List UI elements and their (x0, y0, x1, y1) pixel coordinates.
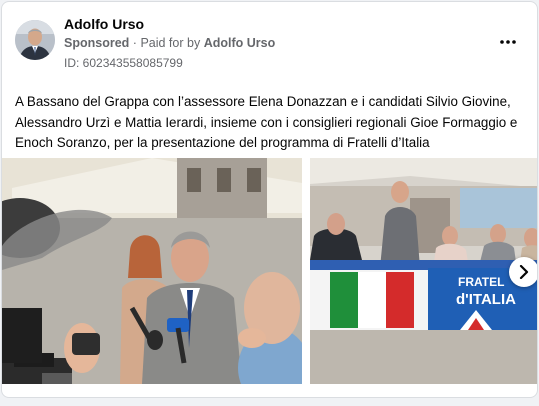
more-options-button[interactable] (494, 30, 522, 54)
avatar-image (15, 20, 55, 60)
carousel-next-button[interactable] (509, 257, 537, 287)
chevron-right-icon (519, 265, 529, 279)
image-carousel: FRATEL d'ITALIA (2, 158, 537, 384)
program-presentation-photo: FRATEL d'ITALIA (310, 158, 537, 384)
carousel-slide-2[interactable]: FRATEL d'ITALIA (310, 158, 537, 384)
carousel-slide-1[interactable] (2, 158, 302, 384)
more-horizontal-icon (500, 40, 516, 44)
ad-post-card: Adolfo Urso Sponsored · Paid for by Adol… (1, 1, 538, 398)
post-body-text: A Bassano del Grappa con l’assessore Ele… (15, 94, 518, 151)
sponsored-line: Sponsored · Paid for by Adolfo Urso (64, 36, 275, 50)
press-interview-photo (2, 158, 302, 384)
sponsored-label[interactable]: Sponsored (64, 36, 129, 50)
ad-id: ID: 602343558085799 (64, 56, 183, 70)
banner-line-1: FRATEL (458, 275, 504, 289)
separator-dot: · (132, 36, 137, 50)
page-name[interactable]: Adolfo Urso (64, 16, 144, 32)
paid-for-prefix: Paid for by (140, 36, 201, 50)
paid-for-name[interactable]: Adolfo Urso (204, 36, 276, 50)
banner-line-2: d'ITALIA (456, 291, 516, 308)
page-avatar[interactable] (15, 20, 55, 60)
